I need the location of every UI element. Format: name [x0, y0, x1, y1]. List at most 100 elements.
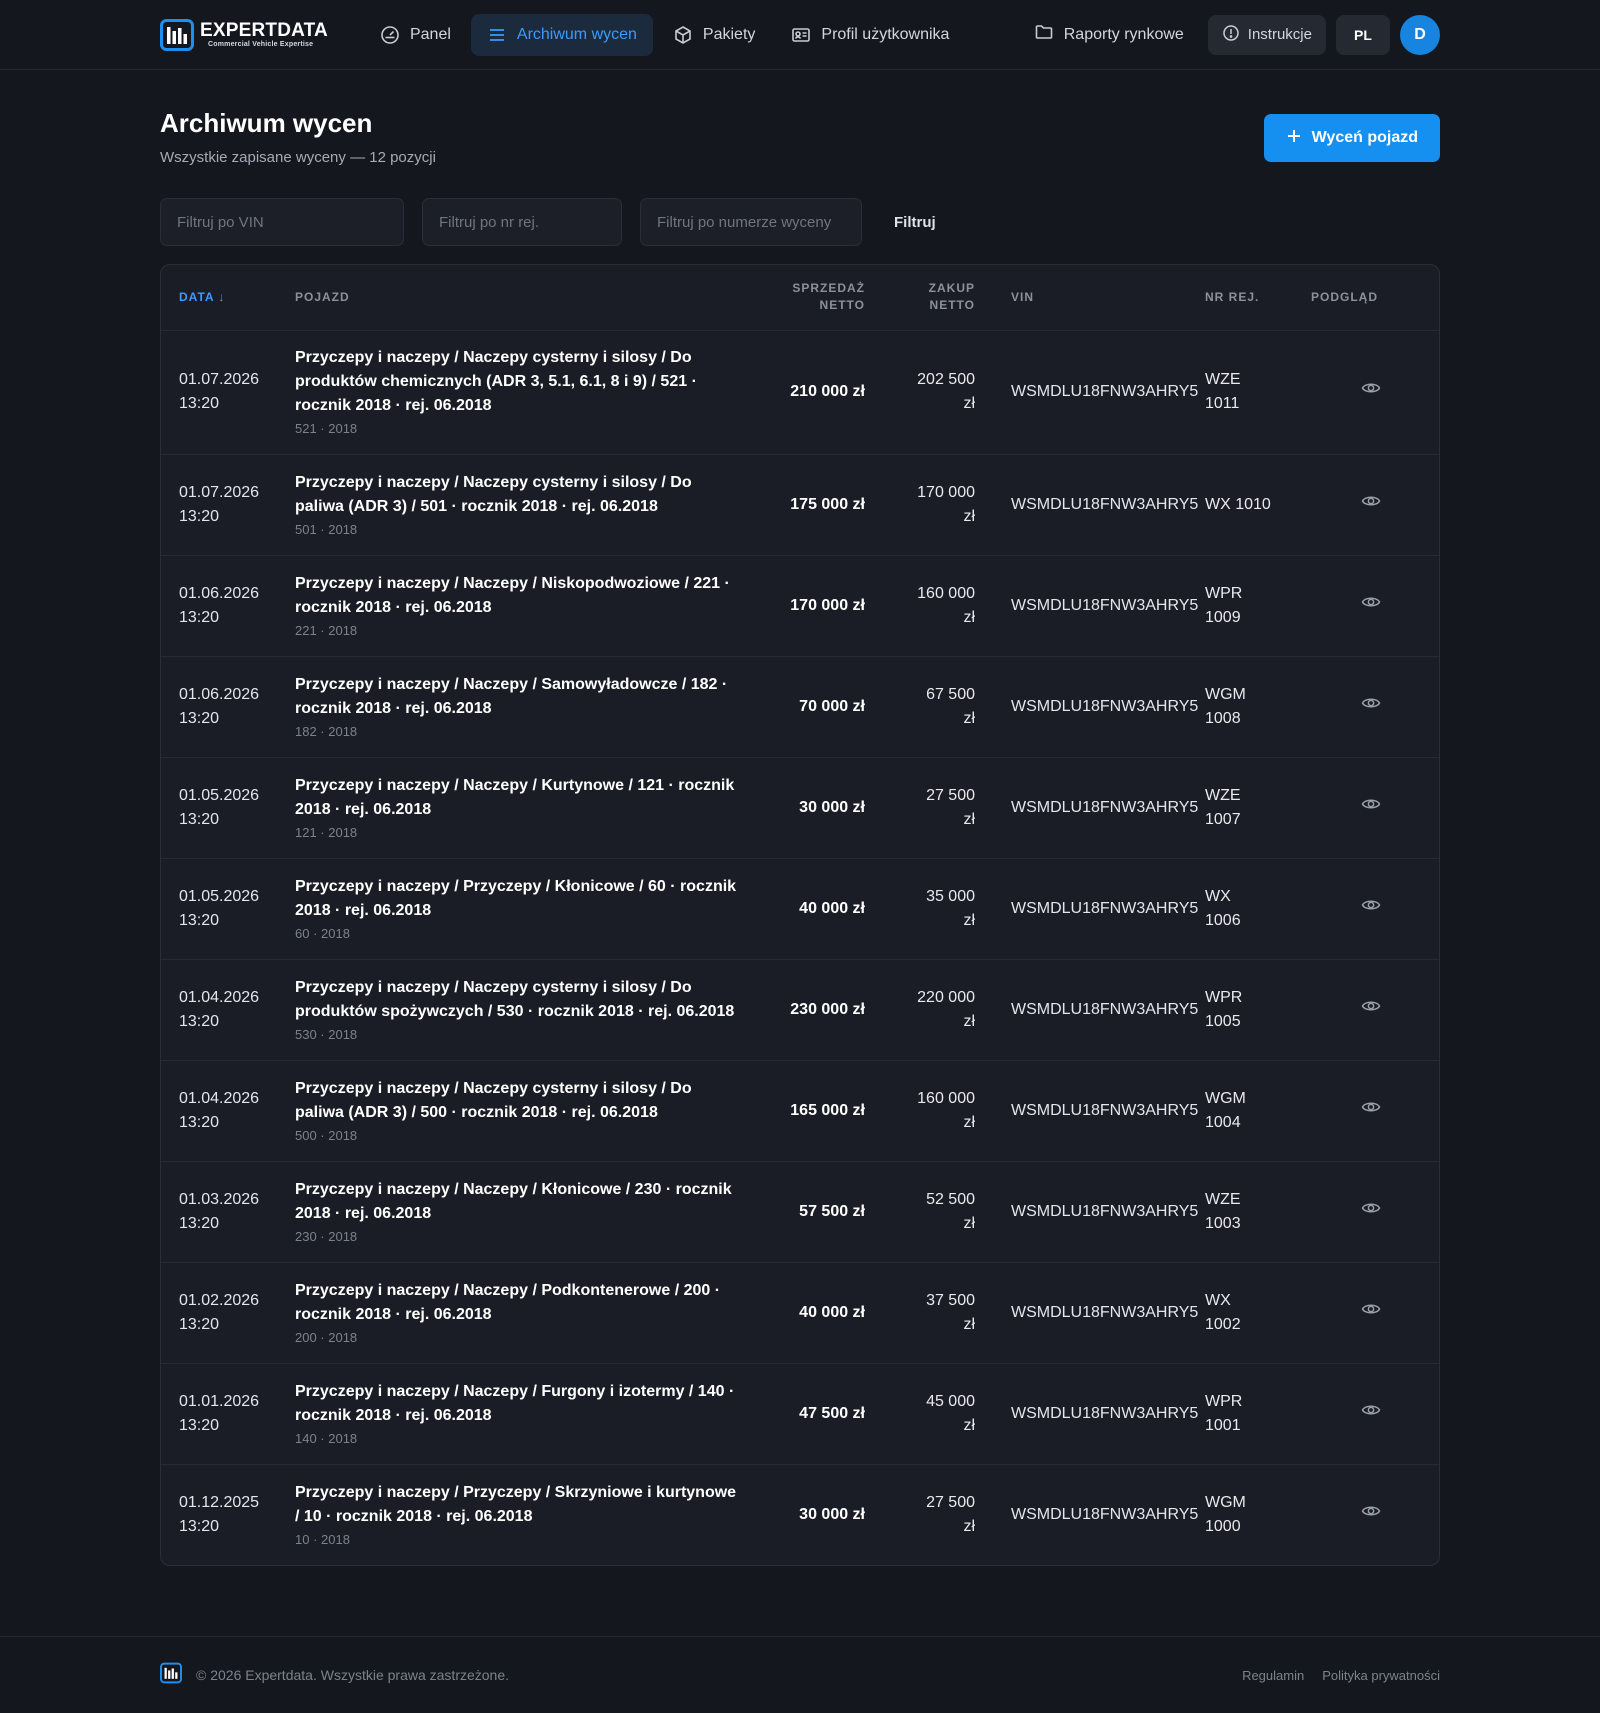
reg-number-line1: WZE — [1205, 371, 1241, 388]
column-header-buy-line1: ZAKUP — [928, 281, 975, 296]
eye-icon[interactable] — [1361, 895, 1381, 923]
cell-vin: WSMDLU18FNW3AHRY5 — [1011, 596, 1199, 614]
cell-reg: WX 1006 — [1189, 858, 1291, 959]
new-valuation-button[interactable]: Wyceń pojazd — [1263, 114, 1440, 162]
vehicle-subtitle: 121 · 2018 — [295, 824, 358, 840]
cell-vehicle: Przyczepy i naczepy / Naczepy / Furgony … — [295, 1363, 757, 1464]
table-row[interactable]: 01.05.2026 13:20 Przyczepy i naczepy / Nac… — [161, 757, 1439, 858]
eye-icon[interactable] — [1361, 1097, 1381, 1125]
valuation-time: 13:20 — [179, 1113, 220, 1131]
cell-sale-net: 175 000 zł — [790, 495, 865, 513]
table-row[interactable]: 01.01.2026 13:20 Przyczepy i naczepy / Nac… — [161, 1363, 1439, 1464]
eye-icon[interactable] — [1361, 592, 1381, 620]
cell-vin: WSMDLU18FNW3AHRY5 — [1011, 899, 1199, 917]
nav-item-pakiety[interactable]: Pakiety — [657, 14, 771, 56]
table-row[interactable]: 01.12.2025 13:20 Przyczepy i naczepy / Prz… — [161, 1464, 1439, 1565]
buy-currency: zł — [963, 395, 975, 412]
buy-amount: 52 500 — [926, 1190, 975, 1208]
table-row[interactable]: 01.02.2026 13:20 Przyczepy i naczepy / Nac… — [161, 1262, 1439, 1363]
eye-icon[interactable] — [1361, 1400, 1381, 1428]
table-row[interactable]: 01.05.2026 13:20 Przyczepy i naczepy / Prz… — [161, 858, 1439, 959]
cell-sale-net: 210 000 zł — [790, 383, 865, 400]
valuation-time: 13:20 — [179, 1416, 220, 1434]
valuation-time: 13:20 — [179, 507, 220, 525]
table-row[interactable]: 01.06.2026 13:20 Przyczepy i naczepy / Nac… — [161, 656, 1439, 757]
folder-icon — [1034, 22, 1054, 47]
brand-logo[interactable]: EXPERTDATA Commercial Vehicle Expertise — [160, 18, 328, 51]
reports-link[interactable]: Raporty rynkowe — [1020, 14, 1198, 56]
main-nav: Panel Archiwum wycen Pakiety Profil użyt… — [364, 13, 965, 56]
eye-icon[interactable] — [1361, 378, 1381, 406]
cell-preview — [1291, 959, 1439, 1060]
instructions-button[interactable]: Instrukcje — [1207, 14, 1326, 55]
buy-currency: zł — [963, 810, 975, 828]
eye-icon[interactable] — [1361, 1299, 1381, 1327]
buy-amount: 160 000 — [917, 584, 975, 602]
cell-buy-net: 52 500 zł — [865, 1161, 975, 1262]
vehicle-subtitle: 521 · 2018 — [295, 421, 358, 436]
eye-icon[interactable] — [1361, 996, 1381, 1024]
cell-sale-net: 40 000 zł — [799, 899, 865, 917]
table-row[interactable]: 01.03.2026 13:20 Przyczepy i naczepy / Nac… — [161, 1161, 1439, 1262]
column-header-date[interactable]: DATA ↓ — [161, 265, 295, 330]
table-row[interactable]: 01.04.2026 13:20 Przyczepy i naczepy / Nac… — [161, 1060, 1439, 1161]
column-header-sale[interactable]: SPRZEDAŻ NETTO — [757, 265, 865, 330]
nav-item-profil[interactable]: Profil użytkownika — [775, 14, 965, 56]
cell-buy-net: 202 500 zł — [865, 330, 975, 454]
cell-buy-net: 45 000 zł — [865, 1363, 975, 1464]
language-switcher[interactable]: PL — [1336, 14, 1390, 55]
column-header-vin[interactable]: VIN — [975, 265, 1189, 330]
nav-item-archiwum-wycen[interactable]: Archiwum wycen — [470, 13, 653, 56]
eye-icon[interactable] — [1361, 693, 1381, 721]
eye-icon[interactable] — [1361, 1198, 1381, 1226]
vehicle-subtitle: 182 · 2018 — [295, 723, 358, 739]
cell-vehicle: Przyczepy i naczepy / Naczepy cysterny i… — [295, 1060, 757, 1161]
reg-number-line1: WPR — [1205, 988, 1243, 1006]
vin-filter-input[interactable] — [160, 198, 404, 246]
nav-right-group: Raporty rynkowe Instrukcje PL D — [1020, 14, 1440, 56]
eye-icon[interactable] — [1361, 491, 1381, 519]
buy-currency: zł — [963, 1315, 975, 1333]
vehicle-title: Przyczepy i naczepy / Przyczepy / Kłonic… — [295, 877, 737, 919]
cell-vin: WSMDLU18FNW3AHRY5 — [1011, 798, 1199, 816]
reg-number-line2: 1001 — [1205, 1416, 1241, 1434]
table-row[interactable]: 01.07.2026 13:20 Przyczepy i naczepy / Nac… — [161, 330, 1439, 454]
brand-tagline: Commercial Vehicle Expertise — [208, 41, 314, 48]
column-header-buy[interactable]: ZAKUP NETTO — [865, 265, 975, 330]
buy-amount: 160 000 — [917, 1089, 975, 1107]
table-row[interactable]: 01.04.2026 13:20 Przyczepy i naczepy / Nac… — [161, 959, 1439, 1060]
number-filter-input[interactable] — [640, 198, 862, 246]
table-row[interactable]: 01.06.2026 13:20 Przyczepy i naczepy / Nac… — [161, 555, 1439, 656]
filter-button[interactable]: Filtruj — [880, 198, 950, 246]
privacy-link[interactable]: Polityka prywatności — [1322, 1668, 1440, 1683]
valuation-date: 01.06.2026 — [179, 584, 260, 602]
buy-amount: 45 000 — [926, 1392, 975, 1410]
page-subtitle: Wszystkie zapisane wyceny — 12 pozycji — [160, 149, 436, 166]
nav-item-panel[interactable]: Panel — [364, 14, 467, 56]
reg-number-line2: 1004 — [1205, 1113, 1241, 1131]
eye-icon[interactable] — [1361, 1501, 1381, 1529]
cell-sale-net: 170 000 zł — [790, 596, 865, 614]
cell-sale-net: 40 000 zł — [799, 1303, 865, 1321]
valuation-date: 01.07.2026 — [179, 483, 260, 501]
eye-icon[interactable] — [1361, 794, 1381, 822]
cell-preview — [1291, 1060, 1439, 1161]
valuation-time: 13:20 — [179, 810, 220, 828]
cell-vin: WSMDLU18FNW3AHRY5 — [1011, 1101, 1199, 1119]
nav-label-panel: Panel — [409, 25, 451, 43]
column-header-reg[interactable]: NR REJ. — [1189, 265, 1291, 330]
cell-vehicle: Przyczepy i naczepy / Naczepy / Niskopod… — [295, 555, 757, 656]
vehicle-subtitle: 500 · 2018 — [295, 1127, 358, 1143]
vehicle-subtitle: 221 · 2018 — [295, 622, 358, 638]
user-avatar[interactable]: D — [1400, 14, 1440, 55]
cell-sale-net: 57 500 zł — [799, 1202, 865, 1220]
reg-filter-input[interactable] — [422, 198, 622, 246]
cell-buy-net: 27 500 zł — [865, 757, 975, 858]
terms-link[interactable]: Regulamin — [1242, 1668, 1304, 1683]
id-card-icon — [791, 25, 811, 45]
column-header-vehicle[interactable]: POJAZD — [295, 265, 757, 330]
cell-vehicle: Przyczepy i naczepy / Przyczepy / Kłonic… — [295, 858, 757, 959]
table-row[interactable]: 01.07.2026 13:20 Przyczepy i naczepy / Nac… — [161, 454, 1439, 555]
cell-preview — [1291, 330, 1439, 454]
valuation-date: 01.04.2026 — [179, 988, 260, 1006]
